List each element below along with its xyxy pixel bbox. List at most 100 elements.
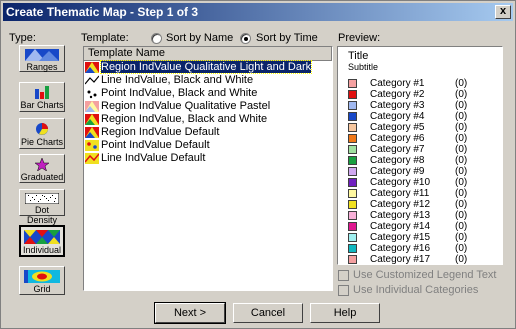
- legend-item-count: (0): [455, 155, 468, 166]
- use-customized-legend-text-label: Use Customized Legend Text: [353, 269, 497, 281]
- region-template-icon: [85, 114, 99, 125]
- type-individual-label: Individual: [22, 245, 62, 255]
- type-ranges-button[interactable]: Ranges: [19, 45, 65, 72]
- cancel-button[interactable]: Cancel: [233, 303, 303, 323]
- template-name-column-header[interactable]: Template Name: [84, 47, 332, 61]
- legend-item-label: Category #10: [370, 177, 431, 188]
- region-template-icon: [85, 62, 99, 73]
- legend-swatch: [348, 255, 357, 264]
- legend-item-label: Category #15: [370, 232, 431, 243]
- thematic-map-dialog: Create Thematic Map - Step 1 of 3 x Type…: [0, 0, 516, 329]
- template-item[interactable]: Line IndValue, Black and White: [84, 74, 332, 87]
- legend-swatch: [348, 233, 357, 242]
- type-graduated-button[interactable]: Graduated: [19, 154, 65, 183]
- title-bar: Create Thematic Map - Step 1 of 3 x: [3, 3, 513, 21]
- sort-by-time-radio[interactable]: [240, 33, 251, 44]
- legend-swatch: [348, 112, 357, 121]
- legend-item-count: (0): [455, 199, 468, 210]
- type-grid-label: Grid: [33, 284, 51, 294]
- type-dot-density-button[interactable]: Dot Density: [19, 189, 65, 225]
- legend-item-label: Category #14: [370, 221, 431, 232]
- next-button[interactable]: Next >: [154, 302, 226, 324]
- template-item-label: Line IndValue, Black and White: [101, 74, 254, 86]
- legend-item-count: (0): [455, 122, 468, 133]
- legend-item: Category #3 (0): [348, 100, 498, 111]
- legend-item: Category #16 (0): [348, 243, 498, 254]
- template-item-label: Region IndValue Default: [101, 126, 220, 138]
- legend-item-label: Category #7: [370, 144, 425, 155]
- legend-item-count: (0): [455, 100, 468, 111]
- legend-item: Category #4 (0): [348, 111, 498, 122]
- type-ranges-label: Ranges: [26, 62, 58, 72]
- template-list[interactable]: Template Name Region IndValue Qualitativ…: [83, 46, 333, 291]
- template-item-label: Region IndValue, Black and White: [101, 113, 268, 125]
- legend-item-label: Category #11: [370, 188, 430, 199]
- use-individual-categories-checkbox[interactable]: [338, 285, 349, 296]
- sort-by-time-label[interactable]: Sort by Time: [256, 32, 318, 44]
- legend-item: Category #14 (0): [348, 221, 498, 232]
- legend-swatch: [348, 200, 357, 209]
- type-bar-charts-button[interactable]: Bar Charts: [19, 82, 65, 112]
- legend-swatch: [348, 178, 357, 187]
- legend-item-count: (0): [455, 254, 468, 265]
- preview-subtitle: Subtitle: [348, 62, 379, 72]
- pie-chart-icon: [36, 123, 48, 135]
- legend-item-label: Category #1: [370, 78, 425, 89]
- legend-item-count: (0): [455, 78, 468, 89]
- template-item[interactable]: Region IndValue Qualitative Light and Da…: [84, 60, 332, 74]
- template-item-label: Point IndValue, Black and White: [101, 87, 258, 99]
- template-item[interactable]: Region IndValue, Black and White: [84, 113, 332, 126]
- legend-swatch: [348, 101, 357, 110]
- legend-item: Category #10 (0): [348, 177, 498, 188]
- legend-swatch: [348, 123, 357, 132]
- type-grid-button[interactable]: Grid: [19, 266, 65, 295]
- template-item[interactable]: Region IndValue Qualitative Pastel: [84, 100, 332, 113]
- legend-item-label: Category #2: [370, 89, 425, 100]
- dot-density-icon: [25, 193, 59, 204]
- template-item-label: Line IndValue Default: [101, 152, 206, 164]
- type-pie-charts-button[interactable]: Pie Charts: [19, 118, 65, 149]
- legend-item-label: Category #8: [370, 155, 425, 166]
- template-item[interactable]: Point IndValue Default: [84, 139, 332, 152]
- legend-item-count: (0): [455, 111, 468, 122]
- use-customized-legend-text-checkbox[interactable]: [338, 270, 349, 281]
- preview-title: Title: [348, 50, 369, 62]
- legend-item-count: (0): [455, 133, 468, 144]
- legend-item-count: (0): [455, 188, 468, 199]
- template-item[interactable]: Line IndValue Default: [84, 152, 332, 165]
- region-template-icon: [85, 127, 99, 138]
- line-template-icon: [85, 153, 99, 164]
- legend-swatch: [348, 244, 357, 253]
- help-button[interactable]: Help: [310, 303, 380, 323]
- legend-item: Category #7 (0): [348, 144, 498, 155]
- type-graduated-label: Graduated: [20, 172, 64, 182]
- close-button[interactable]: x: [495, 5, 511, 19]
- type-individual-button[interactable]: Individual: [19, 225, 65, 257]
- template-item-label: Region IndValue Qualitative Pastel: [101, 100, 271, 112]
- individual-icon: [24, 230, 60, 244]
- legend-item: Category #1 (0): [348, 78, 498, 89]
- region-template-icon: [85, 101, 99, 112]
- template-item[interactable]: Region IndValue Default: [84, 126, 332, 139]
- template-item[interactable]: Point IndValue, Black and White: [84, 87, 332, 100]
- type-bar-charts-label: Bar Charts: [20, 100, 64, 110]
- bar-chart-icon: [35, 86, 49, 99]
- legend-swatch: [348, 211, 357, 220]
- preview-label: Preview:: [338, 32, 381, 44]
- legend-item: Category #15 (0): [348, 232, 498, 243]
- legend-item-label: Category #3: [370, 100, 425, 111]
- legend-swatch: [348, 189, 357, 198]
- legend-item: Category #17 (0): [348, 254, 498, 265]
- template-item-label: Region IndValue Qualitative Light and Da…: [99, 60, 313, 74]
- sort-by-name-radio[interactable]: [151, 33, 162, 44]
- type-dot-density-label: Dot Density: [26, 205, 57, 225]
- graduated-star-icon: [35, 158, 49, 171]
- legend-item-label: Category #9: [370, 166, 425, 177]
- sort-by-name-label[interactable]: Sort by Name: [166, 32, 233, 44]
- legend-item: Category #11 (0): [348, 188, 498, 199]
- legend-item: Category #5 (0): [348, 122, 498, 133]
- point-template-icon: [85, 88, 99, 99]
- legend-swatch: [348, 222, 357, 231]
- legend-swatch: [348, 145, 357, 154]
- legend-item-count: (0): [455, 89, 468, 100]
